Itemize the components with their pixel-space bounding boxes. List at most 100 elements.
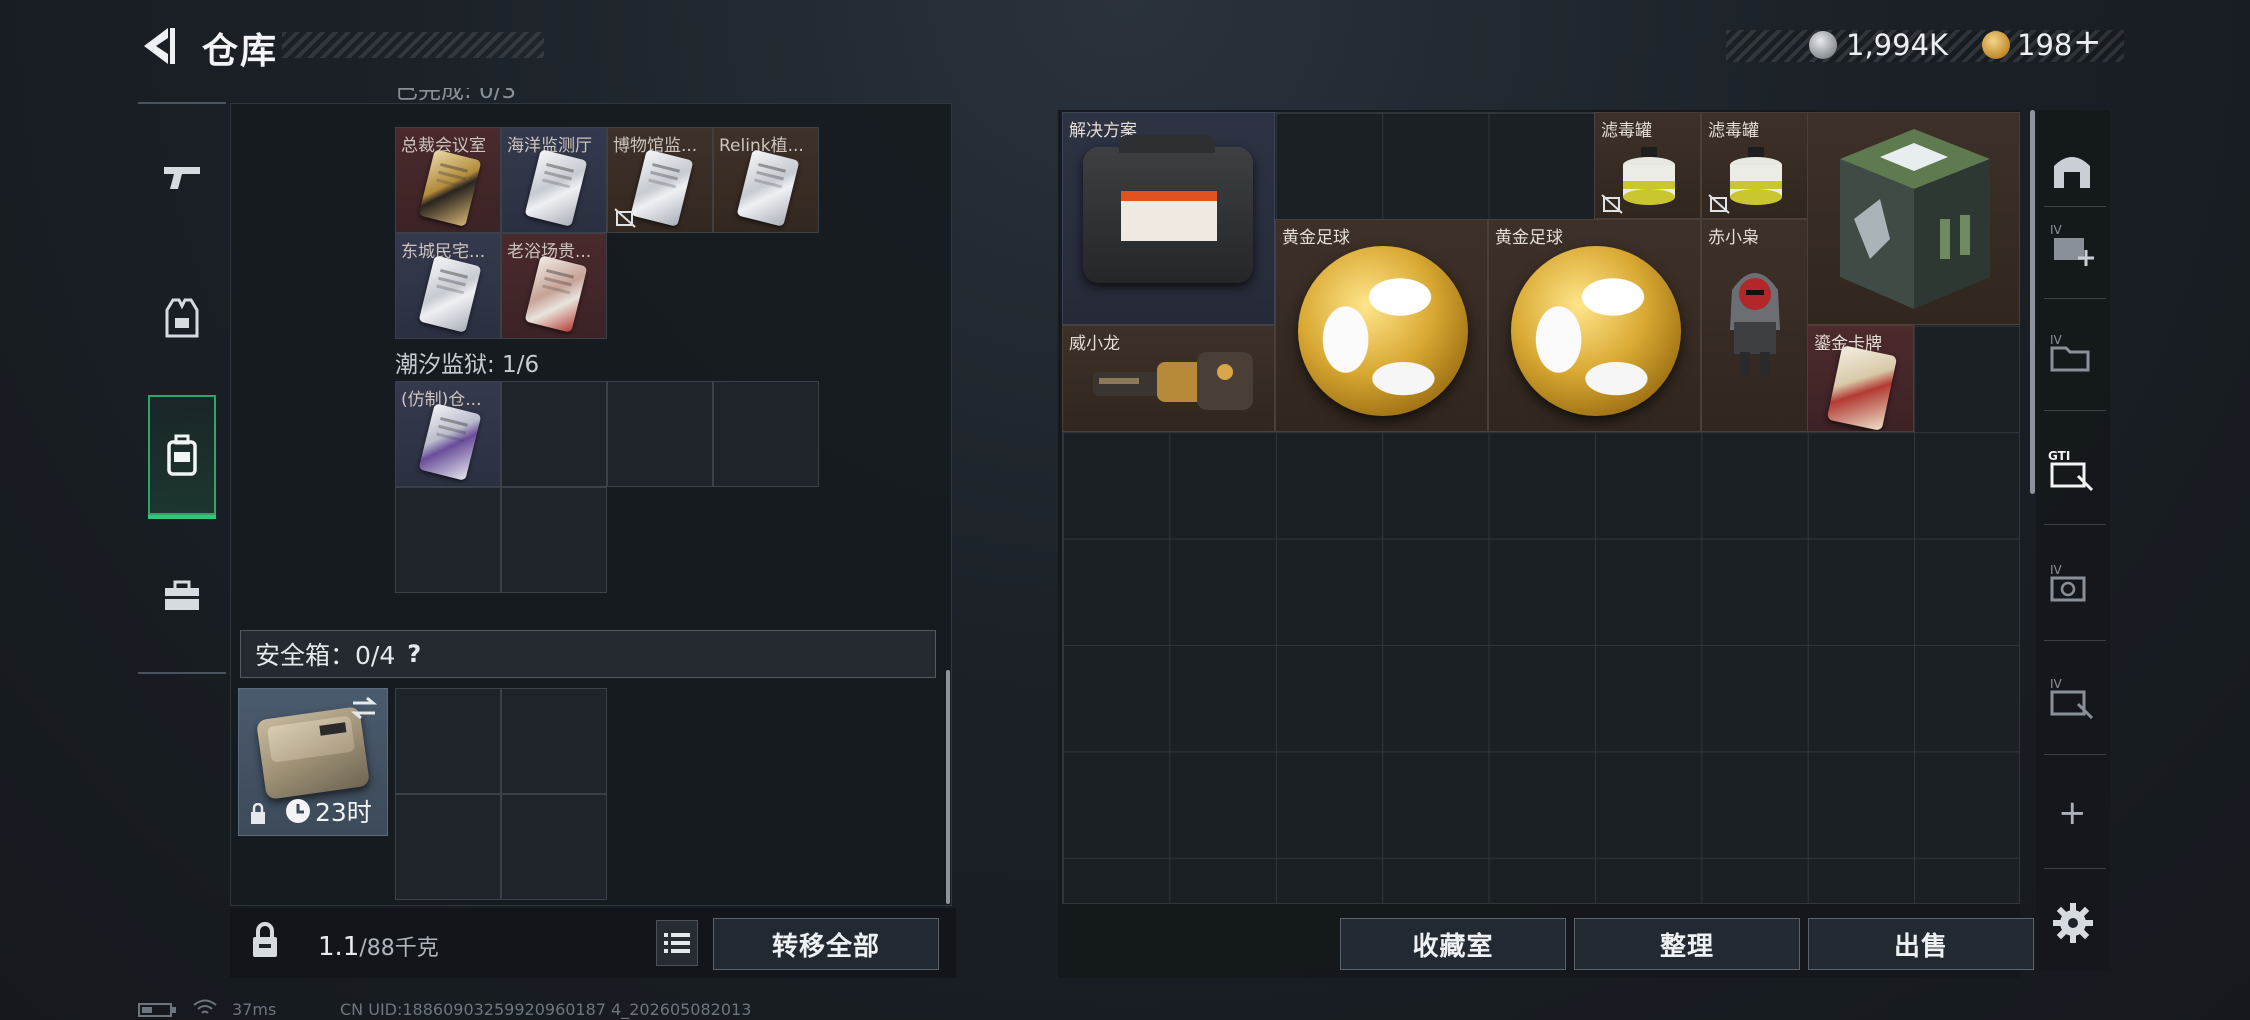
canister-icon xyxy=(1730,147,1782,205)
keycard-item[interactable]: 东城民宅... xyxy=(395,233,501,339)
uid-readout: CN UID:18860903259920960187 4_2026050820… xyxy=(340,1000,752,1019)
ping-readout: 37ms xyxy=(232,1000,277,1019)
keycard-item[interactable]: 海洋监测厅 xyxy=(501,127,607,233)
no-sell-icon xyxy=(1708,194,1730,214)
keycard-item[interactable]: 博物馆监... xyxy=(607,127,713,233)
section-title-prison: 潮汐监狱: 1/6 xyxy=(395,352,540,378)
nav-equipment-tab[interactable] xyxy=(148,258,216,378)
item-label: 滤毒罐 xyxy=(1601,121,1652,141)
canister-icon xyxy=(1623,147,1675,205)
keycard-item[interactable]: 总裁会议室 xyxy=(395,127,501,233)
storage-home-icon[interactable] xyxy=(2048,146,2096,194)
safe-box-item[interactable]: 23时 xyxy=(238,688,388,836)
nav-weapons-tab[interactable] xyxy=(148,118,216,238)
football-icon xyxy=(1511,246,1681,416)
toolbox-item[interactable]: 解决方案 xyxy=(1062,112,1275,325)
swap-icon[interactable] xyxy=(349,695,379,721)
svg-text:IV: IV xyxy=(2050,677,2063,691)
left-scrollbar[interactable] xyxy=(946,670,950,904)
supply-crate-item[interactable] xyxy=(1807,112,2020,325)
title-decoration xyxy=(282,32,544,58)
nav-backpack-tab[interactable] xyxy=(148,395,216,519)
vest-icon xyxy=(165,298,199,338)
empty-slot[interactable] xyxy=(501,688,607,794)
storage-folder-icon[interactable]: IV xyxy=(2048,330,2096,378)
page-title: 仓库 xyxy=(202,31,279,72)
section-title-partial: 已完成: 0/3 xyxy=(395,88,517,104)
weight-max: /88千克 xyxy=(359,936,439,961)
list-icon xyxy=(664,933,690,953)
list-view-button[interactable] xyxy=(656,920,698,966)
keycard-icon xyxy=(524,149,588,227)
card-icon xyxy=(1826,345,1898,431)
transfer-all-button[interactable]: 转移全部 xyxy=(713,918,939,970)
nav-toolbox-tab[interactable] xyxy=(148,536,216,656)
toolbox-icon xyxy=(1083,135,1253,283)
dragon-figure-item[interactable]: 威小龙 xyxy=(1062,325,1275,432)
keycard-icon xyxy=(736,149,800,227)
briefcase-icon xyxy=(165,580,199,610)
keycard-icon xyxy=(418,149,482,227)
nav-divider xyxy=(138,102,226,104)
wifi-icon xyxy=(193,999,217,1014)
svg-text:IV: IV xyxy=(2050,333,2063,347)
empty-slot[interactable] xyxy=(395,794,501,900)
gear-icon[interactable] xyxy=(2052,902,2094,944)
keycard-icon xyxy=(630,149,694,227)
filter-canister-item[interactable]: 滤毒罐 xyxy=(1701,112,1808,219)
rail-divider xyxy=(2044,410,2106,411)
empty-slot[interactable] xyxy=(395,688,501,794)
no-sell-icon xyxy=(614,208,636,228)
weight-value: 1.1 xyxy=(318,932,360,962)
gold-card-item[interactable]: 鎏金卡牌 xyxy=(1807,325,1914,432)
help-button[interactable]: ? xyxy=(407,640,421,668)
storage-search-icon[interactable]: IV xyxy=(2048,560,2096,608)
figure-icon xyxy=(1730,273,1780,376)
golden-football-item[interactable]: 黄金足球 xyxy=(1488,219,1701,432)
keycard-item[interactable]: (仿制)仓... xyxy=(395,381,501,487)
rail-divider xyxy=(2044,868,2106,869)
keycard-icon xyxy=(524,255,588,333)
keycard-item[interactable]: Relink植... xyxy=(713,127,819,233)
empty-slot[interactable] xyxy=(395,487,501,593)
svg-text:GTI: GTI xyxy=(2048,449,2070,463)
weight-lock-icon[interactable] xyxy=(250,922,280,960)
football-icon xyxy=(1298,246,1468,416)
weight-readout: 1.1/88千克 xyxy=(318,930,439,962)
empty-slot[interactable] xyxy=(607,381,713,487)
rail-divider xyxy=(2044,754,2106,755)
storage-tools-icon[interactable]: IV xyxy=(2048,674,2096,722)
empty-slot[interactable] xyxy=(501,794,607,900)
keycard-item[interactable]: 老浴场贵... xyxy=(501,233,607,339)
empty-slot[interactable] xyxy=(501,487,607,593)
rail-divider xyxy=(2044,206,2106,207)
item-label: 黄金足球 xyxy=(1282,228,1350,248)
right-scrollbar[interactable] xyxy=(2030,110,2035,494)
gold-amount: 198 xyxy=(2017,28,2073,62)
golden-football-item[interactable]: 黄金足球 xyxy=(1275,219,1488,432)
organize-button[interactable]: 整理 xyxy=(1574,918,1800,970)
silver-amount: 1,994K xyxy=(1846,28,1949,62)
safe-box-title: 安全箱：0/4 xyxy=(255,641,396,670)
collection-button[interactable]: 收藏室 xyxy=(1340,918,1566,970)
empty-slot[interactable] xyxy=(501,381,607,487)
nav-divider xyxy=(138,672,226,674)
rail-divider xyxy=(2044,640,2106,641)
clock-icon xyxy=(286,799,310,823)
figure-item[interactable]: 赤小枭 xyxy=(1701,219,1808,432)
sell-button[interactable]: 出售 xyxy=(1808,918,2034,970)
back-arrow-icon[interactable] xyxy=(138,24,178,68)
add-storage-icon[interactable]: IV xyxy=(2048,220,2096,268)
backpack-icon xyxy=(167,434,197,476)
filter-canister-item[interactable]: 滤毒罐 xyxy=(1594,112,1701,219)
keycard-icon xyxy=(418,403,482,481)
storage-active-icon[interactable]: GTI xyxy=(2048,446,2096,494)
timer-text: 23时 xyxy=(315,798,372,827)
add-currency-button[interactable]: + xyxy=(2073,22,2102,62)
svg-text:IV: IV xyxy=(2050,223,2063,237)
keycard-icon xyxy=(418,255,482,333)
empty-slot[interactable] xyxy=(713,381,819,487)
add-tab-button[interactable]: + xyxy=(2058,793,2087,833)
gold-coin-icon xyxy=(1982,31,2010,59)
svg-text:IV: IV xyxy=(2050,563,2063,577)
